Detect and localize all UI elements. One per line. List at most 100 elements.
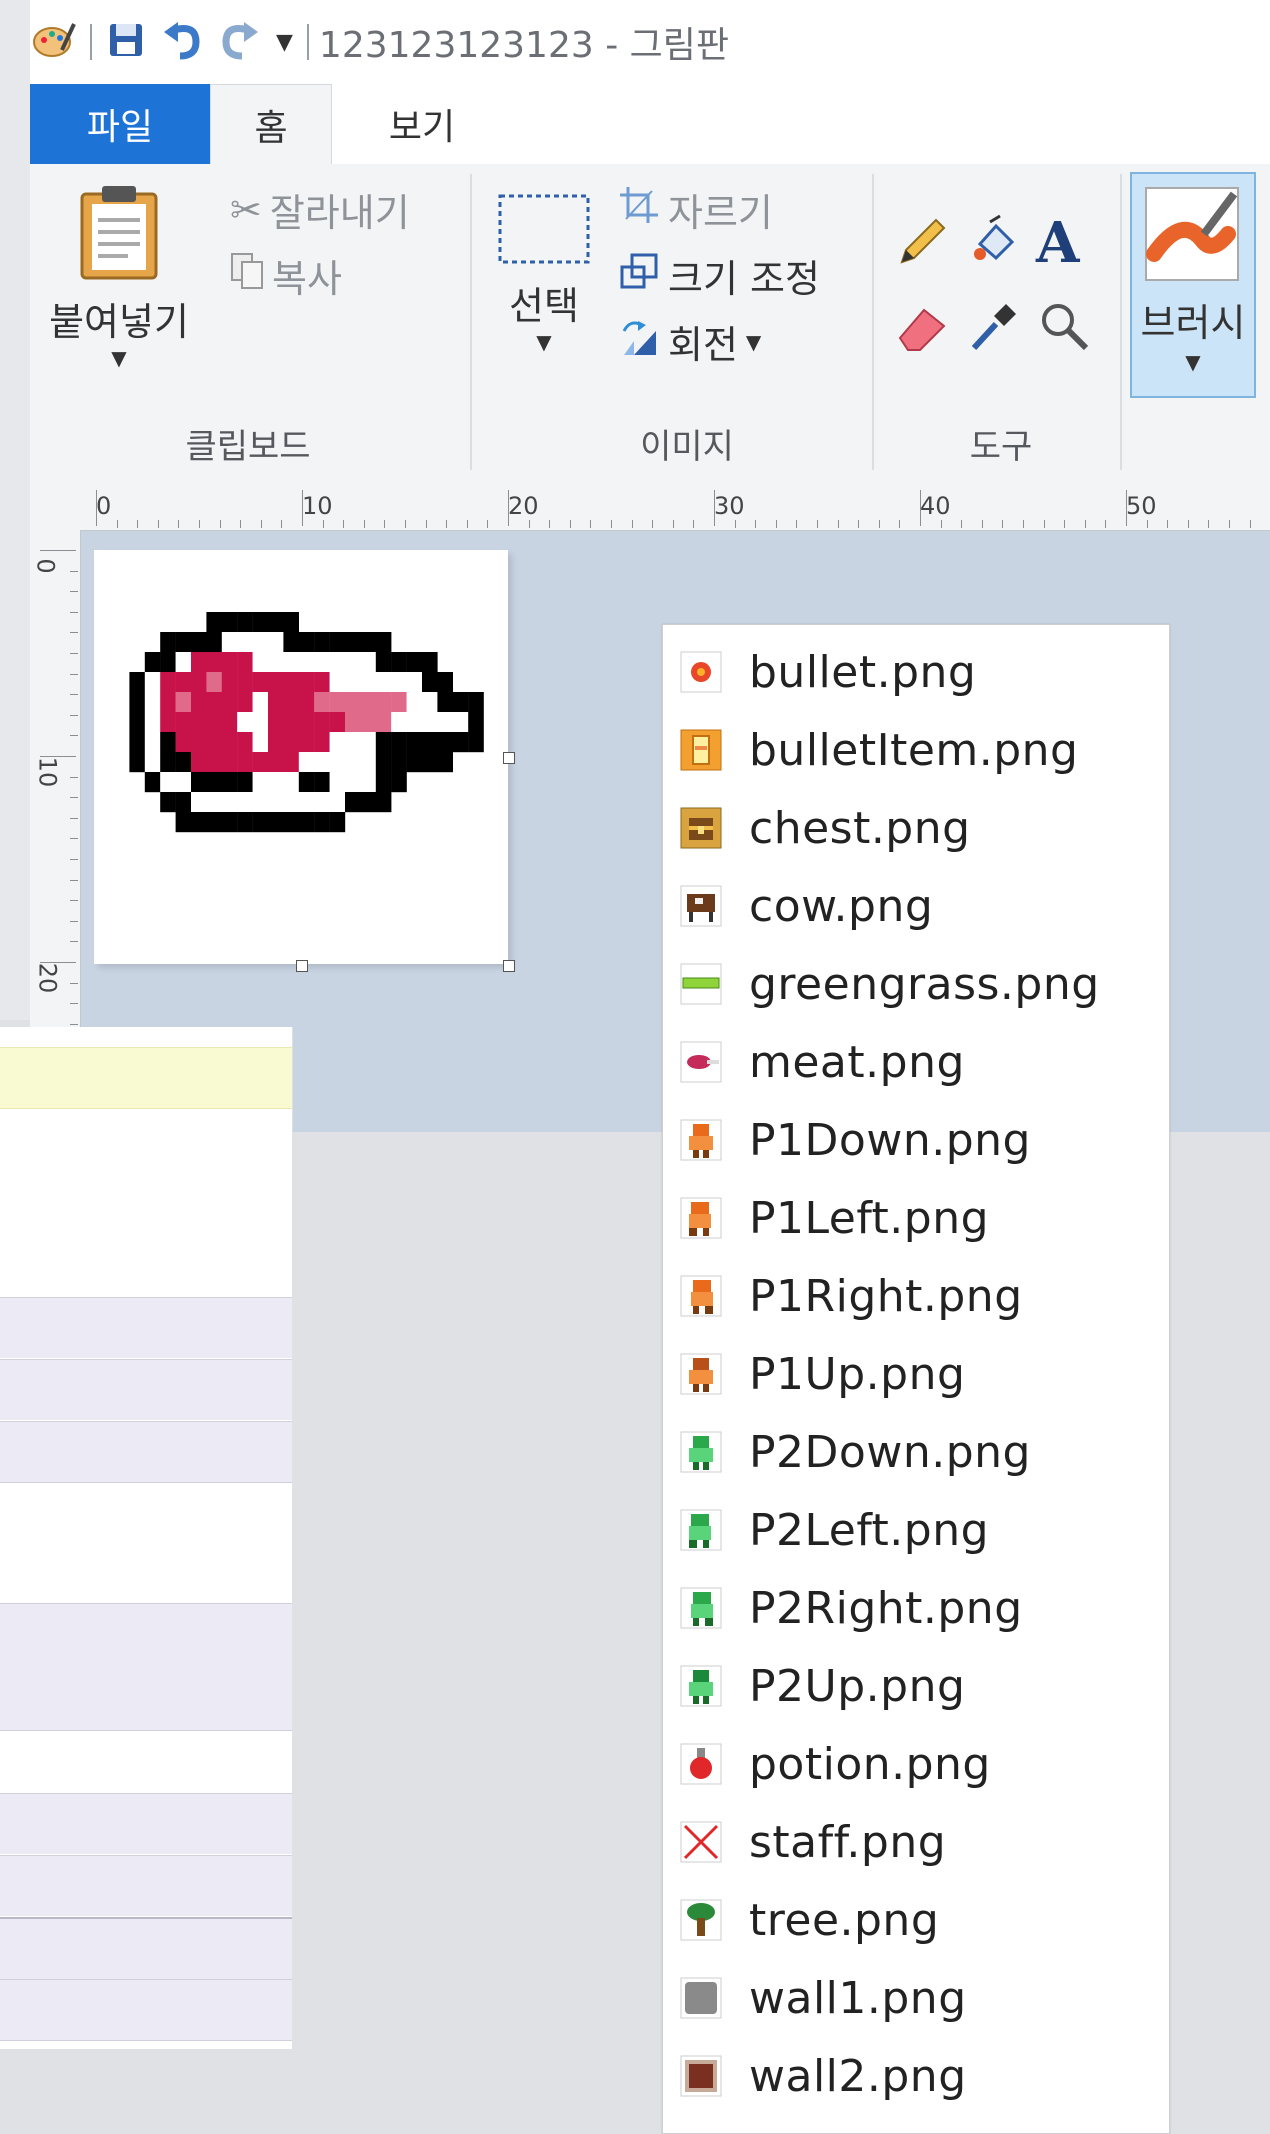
file-list-item[interactable]: wall2.png: [663, 2037, 1169, 2115]
magnifier-icon[interactable]: [1036, 298, 1092, 358]
file-list-item[interactable]: meat.png: [663, 1023, 1169, 1101]
file-name: greengrass.png: [749, 958, 1100, 1010]
file-list-item[interactable]: wall1.png: [663, 1959, 1169, 2037]
file-list-item[interactable]: bullet.png: [663, 633, 1169, 711]
rotate-button[interactable]: 회전 ▼: [618, 314, 761, 369]
customize-toolbar-icon[interactable]: ▼: [276, 30, 293, 55]
fill-bucket-icon[interactable]: [966, 214, 1022, 274]
ruler-tick: [70, 900, 78, 902]
scissors-icon: ✂: [230, 187, 262, 232]
ruler-tick: [70, 838, 78, 840]
file-list-item[interactable]: P1Up.png: [663, 1335, 1169, 1413]
file-list-item[interactable]: staff.png: [663, 1803, 1169, 1881]
ruler-tick: [384, 520, 386, 528]
cut-button[interactable]: ✂ 잘라내기: [230, 182, 410, 237]
ruler-tick: [817, 520, 818, 528]
list-row-highlighted[interactable]: [0, 1047, 292, 1109]
file-list-item[interactable]: chest.png: [663, 789, 1169, 867]
player2-left-icon: [675, 1504, 727, 1556]
paint-app-icon[interactable]: [32, 20, 76, 64]
file-list-item[interactable]: P1Right.png: [663, 1257, 1169, 1335]
chest-icon: [675, 802, 727, 854]
ruler-tick: [1167, 520, 1169, 528]
file-list-item[interactable]: potion.png: [663, 1725, 1169, 1803]
file-list-item[interactable]: P2Up.png: [663, 1647, 1169, 1725]
resize-icon: [618, 251, 660, 300]
select-button[interactable]: 선택 ▼: [494, 192, 594, 354]
tab-view[interactable]: 보기: [332, 84, 512, 164]
list-row[interactable]: [0, 1855, 292, 1916]
ruler-tick: [1126, 490, 1127, 526]
color-picker-icon[interactable]: [966, 298, 1022, 358]
file-name: P2Down.png: [749, 1426, 1031, 1478]
list-row[interactable]: [0, 1793, 292, 1854]
paste-dropdown-icon[interactable]: ▼: [44, 346, 194, 370]
file-list-item[interactable]: tree.png: [663, 1881, 1169, 1959]
file-list-item[interactable]: P1Left.png: [663, 1179, 1169, 1257]
paste-button[interactable]: 붙여넣기 ▼: [44, 182, 194, 370]
list-row[interactable]: [0, 1421, 292, 1483]
file-name: wall1.png: [749, 1972, 967, 2024]
list-row[interactable]: [0, 1297, 292, 1358]
ruler-tick: [70, 776, 78, 778]
file-name: bullet.png: [749, 646, 977, 698]
copy-button[interactable]: 복사: [230, 248, 342, 303]
ruler-tick: [70, 797, 78, 799]
text-tool-icon[interactable]: A: [1036, 210, 1079, 276]
rotate-label: 회전: [668, 323, 738, 367]
eraser-icon[interactable]: [894, 298, 950, 358]
ruler-tick: [796, 520, 798, 528]
player2-up-icon: [675, 1660, 727, 1712]
tools-group: A 도구: [876, 164, 1126, 480]
ruler-tick: [70, 735, 78, 737]
list-row[interactable]: [0, 1979, 292, 2041]
drawing-canvas[interactable]: [94, 550, 508, 964]
rotate-icon: [618, 317, 660, 366]
list-row[interactable]: [0, 1917, 292, 1979]
tab-file[interactable]: 파일: [30, 84, 210, 164]
ruler-tick: [70, 879, 78, 881]
ruler-label: 10: [33, 756, 62, 788]
pencil-icon[interactable]: [894, 214, 950, 274]
select-rectangle-icon: [496, 194, 592, 275]
file-name: potion.png: [749, 1738, 991, 1790]
ruler-label: 0: [96, 492, 112, 520]
player1-left-icon: [675, 1192, 727, 1244]
save-icon[interactable]: [106, 20, 146, 64]
file-list-item[interactable]: P2Right.png: [663, 1569, 1169, 1647]
title-bar: ▼ 123123123123 - 그림판: [30, 0, 1270, 84]
list-row[interactable]: [0, 1603, 292, 1731]
bullet-item-icon: [675, 724, 727, 776]
ruler-tick: [260, 520, 262, 528]
ruler-tick: [40, 550, 76, 551]
brush-button[interactable]: 브러시 ▼: [1130, 172, 1256, 398]
file-list-item[interactable]: P2Down.png: [663, 1413, 1169, 1491]
tab-home[interactable]: 홈: [210, 84, 332, 165]
ruler-tick: [631, 520, 633, 528]
resize-handle-corner[interactable]: [503, 960, 515, 972]
file-list-item[interactable]: P2Left.png: [663, 1491, 1169, 1569]
redo-icon[interactable]: [218, 20, 262, 64]
brush-dropdown-icon[interactable]: ▼: [1132, 350, 1254, 374]
resize-handle-bottom[interactable]: [296, 960, 308, 972]
file-list-item[interactable]: bulletItem.png: [663, 711, 1169, 789]
ruler-tick: [590, 520, 592, 528]
resize-button[interactable]: 크기 조정: [618, 248, 820, 303]
ruler-tick: [920, 490, 921, 526]
potion-icon: [675, 1738, 727, 1790]
rotate-dropdown-icon[interactable]: ▼: [746, 330, 761, 354]
ruler-tick: [281, 520, 283, 528]
ruler-tick: [1002, 520, 1004, 528]
file-list-item[interactable]: cow.png: [663, 867, 1169, 945]
undo-icon[interactable]: [160, 20, 204, 64]
quick-access-toolbar: ▼: [30, 20, 309, 64]
ruler-tick: [569, 520, 571, 528]
ruler-tick: [70, 1023, 78, 1025]
resize-handle-right[interactable]: [503, 752, 515, 764]
list-row[interactable]: [0, 1359, 292, 1420]
file-list-item[interactable]: P1Down.png: [663, 1101, 1169, 1179]
select-dropdown-icon[interactable]: ▼: [494, 330, 594, 354]
image-group-label: 이미지: [640, 427, 734, 467]
crop-button[interactable]: 자르기: [618, 182, 773, 237]
file-list-item[interactable]: greengrass.png: [663, 945, 1169, 1023]
